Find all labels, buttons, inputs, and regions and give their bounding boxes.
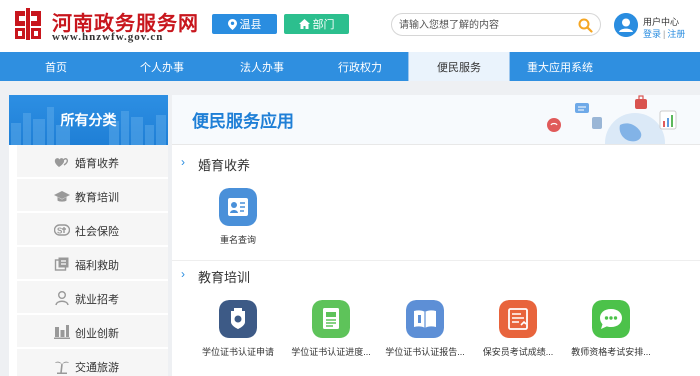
sidebar-item-label: 交通旅游 [75,362,119,374]
nav-item-corporate[interactable]: 法人办事 [212,52,312,81]
social-insurance-icon: S [54,224,70,236]
app-tile-name-check[interactable]: 重名查询 [193,188,283,258]
main-nav: 首页 个人办事 法人办事 行政权力 便民服务 重大应用系统 [0,52,700,81]
separator: | [663,29,666,39]
chat-bubble-icon [592,300,630,338]
sidebar-header: 所有分类 [9,95,168,145]
page: 河南政务服务网 www.hnzwfw.gov.cn 温县 部门 用户中心 登录|… [0,0,700,376]
app-label: 学位证书认证报告... [385,347,465,357]
site-domain: www.hnzwfw.gov.cn [52,31,164,43]
map-pin-icon [227,18,237,30]
hearts-icon [54,158,69,167]
app-label: 保安员考试成绩... [482,347,554,357]
nav-item-convenience[interactable]: 便民服务 [408,52,510,81]
app-label: 学位证书认证申请 [201,347,274,357]
person-icon [55,291,69,306]
nav-item-personal[interactable]: 个人办事 [112,52,212,81]
site-header: 河南政务服务网 www.hnzwfw.gov.cn 温县 部门 用户中心 登录|… [0,0,700,52]
sidebar-item-label: 教育培训 [75,192,119,204]
sidebar-item-education[interactable]: 教育培训 [17,179,168,212]
id-card-icon [219,188,257,226]
site-logo-icon[interactable] [10,6,46,42]
app-tile-degree-cert-progress[interactable]: 学位证书认证进度... [286,300,376,370]
sidebar-item-label: 社会保险 [75,226,119,238]
sidebar-item-label: 创业创新 [75,328,119,340]
register-link[interactable]: 注册 [667,29,685,39]
login-link[interactable]: 登录 [643,29,661,39]
nav-item-admin-power[interactable]: 行政权力 [312,52,408,81]
department-label: 部门 [312,19,335,31]
section-arrow-icon: › [181,155,185,169]
nav-item-home[interactable]: 首页 [0,52,112,81]
welfare-icon [54,257,69,271]
sidebar-item-label: 就业招考 [75,294,119,306]
sidebar-item-transport-travel[interactable]: 交通旅游 [17,349,168,376]
score-sheet-icon [499,300,537,338]
main-banner: 便民服务应用 [172,95,700,145]
search-input[interactable] [399,17,569,33]
category-sidebar: 所有分类 婚育收养 教育培训 S 社会保险 福利救助 就业招考 创业创新 交通旅… [9,95,168,376]
sidebar-item-marriage[interactable]: 婚育收养 [17,145,168,178]
sidebar-item-welfare[interactable]: 福利救助 [17,247,168,280]
user-avatar-icon[interactable] [614,13,638,37]
location-label: 温县 [239,19,262,31]
sidebar-item-label: 福利救助 [75,260,119,272]
graduation-cap-icon [54,191,70,202]
app-tile-security-exam-score[interactable]: 保安员考试成绩... [473,300,563,370]
innovation-icon [54,325,70,339]
section-arrow-icon: › [181,267,185,281]
search-box [391,13,601,36]
sidebar-item-social-insurance[interactable]: S 社会保险 [17,213,168,246]
app-label: 重名查询 [219,235,256,245]
badge-icon [219,300,257,338]
palm-tree-icon [55,361,69,374]
banner-illustration-icon [547,95,677,144]
sidebar-title: 所有分类 [60,112,117,128]
app-tile-degree-cert-apply[interactable]: 学位证书认证申请 [193,300,283,370]
app-tile-teacher-exam-schedule[interactable]: 教师资格考试安排... [566,300,656,370]
main-title: 便民服务应用 [192,112,294,131]
sidebar-item-employment[interactable]: 就业招考 [17,281,168,314]
search-icon[interactable] [578,18,593,33]
user-links: 登录 | 注册 [643,27,685,40]
section-divider [172,260,700,261]
section-title-education: 教育培训 [198,270,251,285]
section-title-marriage: 婚育收养 [198,158,251,173]
svg-text:S: S [57,227,63,236]
app-label: 学位证书认证进度... [291,347,371,357]
department-button[interactable]: 部门 [284,14,349,34]
location-button[interactable]: 温县 [212,14,277,34]
sidebar-item-entrepreneurship[interactable]: 创业创新 [17,315,168,348]
app-tile-degree-cert-report[interactable]: 学位证书认证报告... [380,300,470,370]
main-content: 便民服务应用 › 婚育收养 重名查询 › 教育培训 学位证书认证申请 学位证书认… [172,95,700,376]
app-label: 教师资格考试安排... [571,347,651,357]
nav-item-major-systems[interactable]: 重大应用系统 [510,52,610,81]
sidebar-item-label: 婚育收养 [75,158,119,170]
book-icon [406,300,444,338]
home-icon [298,19,310,29]
document-icon [312,300,350,338]
